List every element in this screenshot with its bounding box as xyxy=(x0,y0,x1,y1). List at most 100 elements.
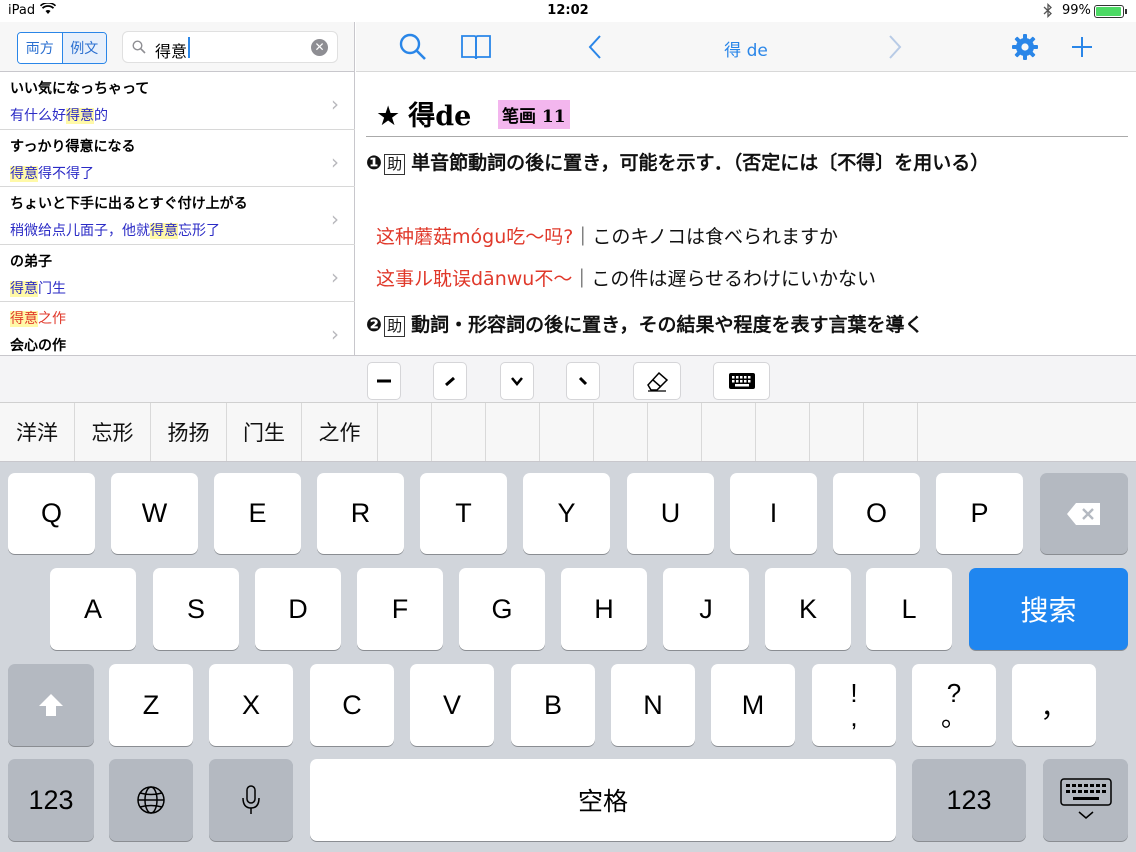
example-1: 这种蘑菇mógu吃～吗?｜このキノコは食べられますか xyxy=(376,226,838,248)
search-toolbar: 両方 例文 得意 ✕ xyxy=(0,22,354,72)
clock: 12:02 xyxy=(547,3,589,18)
result-japanese: の弟子 xyxy=(10,253,52,270)
chevron-right-icon: › xyxy=(331,322,339,347)
numbers-key[interactable]: 123 xyxy=(8,759,94,841)
key-t[interactable]: T xyxy=(420,473,507,554)
key-b[interactable]: B xyxy=(511,664,595,746)
backspace-icon[interactable] xyxy=(1040,473,1128,554)
key-o[interactable]: O xyxy=(833,473,920,554)
candidate[interactable]: 门生 xyxy=(227,403,302,461)
stroke-press-key[interactable] xyxy=(566,362,600,400)
result-chinese: 得意得不得了 xyxy=(10,165,94,182)
search-key[interactable]: 搜索 xyxy=(969,568,1128,650)
candidate-empty xyxy=(702,403,756,461)
candidate[interactable]: 扬扬 xyxy=(151,403,227,461)
key-a[interactable]: A xyxy=(50,568,136,650)
search-mode-segmented: 両方 例文 xyxy=(17,32,107,64)
forward-chevron-icon[interactable] xyxy=(886,32,904,62)
key-s[interactable]: S xyxy=(153,568,239,650)
space-key[interactable]: 空格 xyxy=(310,759,896,841)
key-e[interactable]: E xyxy=(214,473,301,554)
candidate-empty xyxy=(486,403,540,461)
key-y[interactable]: Y xyxy=(523,473,610,554)
stroke-dot-key[interactable] xyxy=(433,362,467,400)
stroke-input-bar xyxy=(0,355,1136,402)
bluetooth-icon xyxy=(1043,2,1053,22)
result-chinese: 得意门生 xyxy=(10,280,66,297)
key-i[interactable]: I xyxy=(730,473,817,554)
candidate-empty xyxy=(810,403,864,461)
key-g[interactable]: G xyxy=(459,568,545,650)
keyboard-icon[interactable] xyxy=(713,362,770,400)
key-k[interactable]: K xyxy=(765,568,851,650)
part-of-speech-tag: 助 xyxy=(384,316,406,337)
key-q[interactable]: Q xyxy=(8,473,95,554)
search-icon xyxy=(132,40,146,54)
candidate[interactable]: 忘形 xyxy=(75,403,151,461)
candidate-empty xyxy=(594,403,648,461)
key-x[interactable]: X xyxy=(209,664,293,746)
dismiss-keyboard-icon[interactable] xyxy=(1043,759,1128,841)
candidate[interactable]: 洋洋 xyxy=(0,403,75,461)
add-icon[interactable] xyxy=(1070,32,1094,62)
globe-icon[interactable] xyxy=(109,759,193,841)
key-d[interactable]: D xyxy=(255,568,341,650)
gear-icon[interactable] xyxy=(1010,32,1040,62)
key-j[interactable]: J xyxy=(663,568,749,650)
key-n[interactable]: N xyxy=(611,664,695,746)
key-z[interactable]: Z xyxy=(109,664,193,746)
segment-examples[interactable]: 例文 xyxy=(61,33,106,63)
key-v[interactable]: V xyxy=(410,664,494,746)
battery-percent: 99% xyxy=(1062,3,1091,18)
key-f[interactable]: F xyxy=(357,568,443,650)
stroke-fold-key[interactable] xyxy=(500,362,534,400)
key-question-period[interactable]: ?。 xyxy=(912,664,996,746)
list-item[interactable]: 得意之作 会心の作 › xyxy=(0,302,355,360)
search-value: 得意 xyxy=(155,42,188,61)
keyboard: Q W E R T Y U I O P A S D F G H J K L 搜索… xyxy=(0,462,1136,852)
key-exclamation-comma[interactable]: !, xyxy=(812,664,896,746)
candidate-empty xyxy=(378,403,432,461)
key-r[interactable]: R xyxy=(317,473,404,554)
list-item[interactable]: ちょいと下手に出るとすぐ付け上がる 稍微给点儿面子，他就得意忘形了 › xyxy=(0,187,355,245)
search-input[interactable]: 得意 ✕ xyxy=(122,31,338,63)
numbers-key[interactable]: 123 xyxy=(912,759,1026,841)
candidate-empty xyxy=(864,403,918,461)
candidate[interactable]: 之作 xyxy=(302,403,378,461)
key-m[interactable]: M xyxy=(711,664,795,746)
text-caret xyxy=(188,37,190,58)
entry-toolbar: 得 de xyxy=(356,22,1136,72)
list-item[interactable]: いい気になっちゃって 有什么好得意的 › xyxy=(0,72,355,130)
key-c[interactable]: C xyxy=(310,664,394,746)
result-chinese: 得意之作 xyxy=(10,311,66,328)
result-japanese: ちょいと下手に出るとすぐ付け上がる xyxy=(10,196,248,213)
stroke-horizontal-key[interactable] xyxy=(367,362,401,400)
candidate-empty xyxy=(756,403,810,461)
list-item[interactable]: の弟子 得意门生 › xyxy=(0,245,355,303)
entry-pane: 得 de ★ 得de 笔画 11 ❶ 助単音節動詞の後に置き，可能を示す．（否定には… xyxy=(356,22,1136,355)
list-item[interactable]: すっかり得意になる 得意得不得了 › xyxy=(0,130,355,188)
dictionary-entry: ★ 得de 笔画 11 ❶ 助単音節動詞の後に置き，可能を示す．（否定には〔不得〕を… xyxy=(356,72,1136,355)
eraser-icon[interactable] xyxy=(633,362,681,400)
part-of-speech-tag: 助 xyxy=(384,154,406,175)
key-u[interactable]: U xyxy=(627,473,714,554)
key-p[interactable]: P xyxy=(936,473,1023,554)
microphone-icon[interactable] xyxy=(209,759,293,841)
star-icon[interactable]: ★ xyxy=(376,101,400,132)
status-bar: iPad 12:02 99% xyxy=(0,0,1136,22)
shift-icon[interactable] xyxy=(8,664,94,746)
definition-1: ❶ 助単音節動詞の後に置き，可能を示す．（否定には〔不得〕を用いる） xyxy=(366,152,990,175)
chevron-right-icon: › xyxy=(331,92,339,116)
candidate-empty xyxy=(648,403,702,461)
key-l[interactable]: L xyxy=(866,568,952,650)
example-2: 这事ル耽误dānwu不～｜この件は遅らせるわけにいかない xyxy=(376,268,876,290)
segment-both[interactable]: 両方 xyxy=(18,33,62,63)
clear-icon[interactable]: ✕ xyxy=(311,39,328,56)
result-japanese: いい気になっちゃって xyxy=(10,81,150,97)
chevron-right-icon: › xyxy=(331,207,339,232)
key-w[interactable]: W xyxy=(111,473,198,554)
result-chinese: 有什么好得意的 xyxy=(10,108,108,124)
battery-icon xyxy=(1094,5,1127,18)
key-comma[interactable]: ， xyxy=(1012,664,1096,746)
key-h[interactable]: H xyxy=(561,568,647,650)
